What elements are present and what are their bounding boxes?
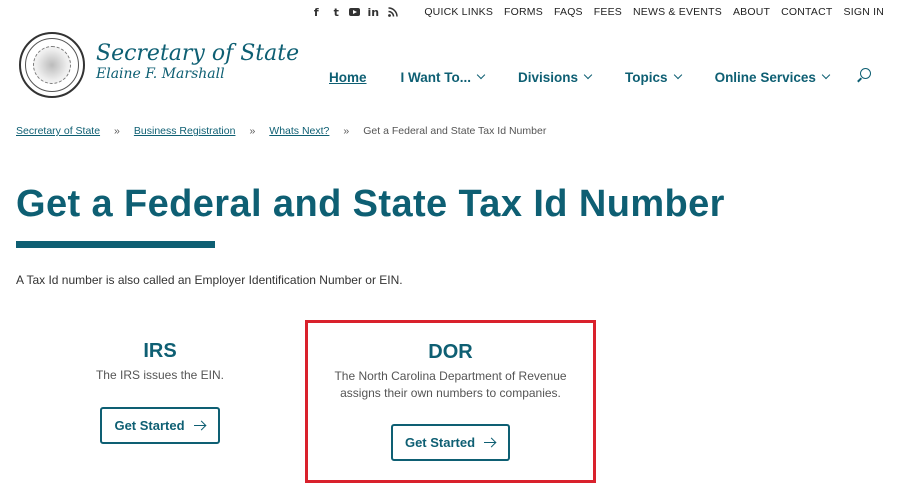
dor-card-title: DOR — [428, 341, 473, 363]
quick-links-link[interactable]: QUICK LINKS — [424, 6, 493, 18]
breadcrumb-secretary-of-state[interactable]: Secretary of State — [16, 125, 100, 137]
dor-card: DOR The North Carolina Department of Rev… — [305, 320, 596, 483]
logo-subtitle: Elaine F. Marshall — [96, 66, 225, 82]
arrow-right-icon — [484, 437, 496, 449]
dor-card-description-line: assigns their own numbers to companies. — [340, 386, 561, 400]
irs-get-started-label: Get Started — [114, 418, 185, 433]
intro-text: A Tax Id number is also called an Employ… — [16, 273, 403, 287]
rss-icon[interactable] — [386, 6, 400, 18]
breadcrumb-whats-next[interactable]: Whats Next? — [269, 125, 329, 137]
faqs-link[interactable]: FAQS — [554, 6, 583, 18]
linkedin-icon[interactable]: in — [366, 6, 380, 19]
irs-get-started-button[interactable]: Get Started — [100, 407, 220, 444]
dor-card-description-line: The North Carolina Department of Revenue — [334, 369, 567, 383]
youtube-icon[interactable] — [349, 8, 361, 16]
utility-links: QUICK LINKS FORMS FAQS FEES NEWS & EVENT… — [413, 6, 884, 18]
main-nav: Home I Want To... Divisions Topics Onlin… — [329, 68, 863, 86]
fees-link[interactable]: FEES — [594, 6, 622, 18]
news-events-link[interactable]: NEWS & EVENTS — [633, 6, 722, 18]
dor-get-started-label: Get Started — [404, 435, 476, 450]
irs-card: IRS The IRS issues the EIN. Get Started — [60, 340, 260, 444]
breadcrumb-separator: » — [249, 125, 256, 137]
arrow-right-icon — [193, 420, 206, 432]
nav-divisions[interactable]: Divisions — [518, 69, 593, 85]
breadcrumb-business-registration[interactable]: Business Registration — [134, 125, 236, 137]
chevron-down-icon — [673, 70, 682, 80]
utility-bar: f t in QUICK LINKS FORMS FAQS FEES NEWS … — [306, 6, 884, 19]
chevron-down-icon — [476, 70, 486, 80]
facebook-icon[interactable]: f — [309, 6, 323, 19]
about-link[interactable]: ABOUT — [733, 6, 770, 18]
nav-i-want-to[interactable]: I Want To... — [400, 69, 486, 85]
search-icon[interactable] — [857, 68, 871, 82]
contact-link[interactable]: CONTACT — [781, 6, 832, 18]
nav-home[interactable]: Home — [329, 70, 367, 85]
forms-link[interactable]: FORMS — [504, 6, 543, 18]
sign-in-link[interactable]: SIGN IN — [844, 6, 885, 18]
page-title: Get a Federal and State Tax Id Number — [16, 183, 725, 225]
nav-home-label: Home — [329, 69, 367, 85]
breadcrumb-separator: » — [114, 125, 120, 137]
title-underline — [16, 241, 215, 248]
nav-divisions-label: Divisions — [518, 69, 579, 85]
breadcrumb-separator: » — [343, 125, 350, 137]
state-seal-logo[interactable] — [19, 32, 85, 98]
site-logo-text[interactable]: Secretary of State Elaine F. Marshall — [96, 41, 300, 83]
chevron-down-icon — [821, 70, 831, 80]
dor-card-description: The North Carolina Department of Revenue… — [308, 368, 593, 402]
irs-card-description: The IRS issues the EIN. — [95, 368, 225, 382]
dor-get-started-button[interactable]: Get Started — [390, 424, 511, 461]
nav-topics-label: Topics — [625, 69, 668, 85]
twitter-icon[interactable]: t — [329, 6, 343, 19]
irs-card-title: IRS — [143, 340, 177, 362]
nav-topics[interactable]: Topics — [625, 69, 682, 85]
social-links: f t in — [306, 6, 403, 19]
breadcrumb: Secretary of State » Business Registrati… — [16, 125, 546, 137]
logo-title: Secretary of State — [96, 41, 300, 66]
breadcrumb-current: Get a Federal and State Tax Id Number — [363, 125, 547, 137]
chevron-down-icon — [583, 70, 593, 80]
nav-i-want-to-label: I Want To... — [400, 69, 472, 85]
nav-online-services-label: Online Services — [714, 69, 816, 85]
nav-online-services[interactable]: Online Services — [714, 69, 831, 85]
